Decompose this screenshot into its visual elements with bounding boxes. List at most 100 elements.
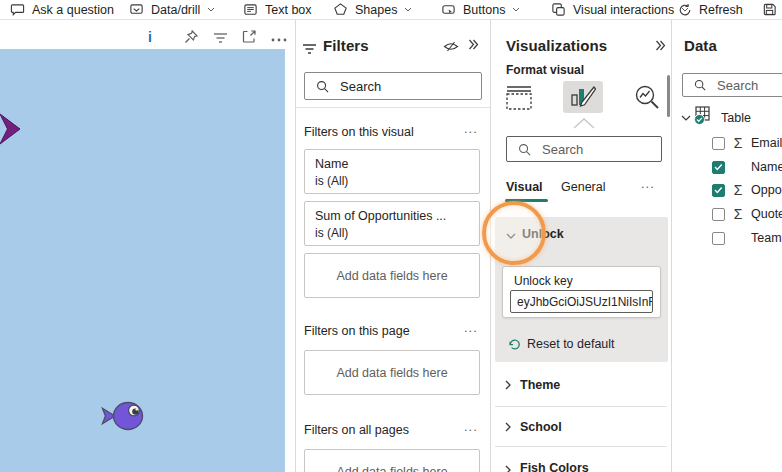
add-data-fields-dropzone[interactable]: Add data fields here [304, 253, 480, 298]
toolbar-text-box[interactable]: Text box [243, 0, 312, 19]
viz-search-input[interactable]: Search [506, 136, 662, 162]
more-options-icon[interactable] [271, 31, 287, 49]
shapes-icon [333, 2, 348, 17]
field-label: Name [751, 160, 782, 174]
fish-visual[interactable] [0, 49, 285, 472]
more-options-icon[interactable]: ... [464, 419, 478, 434]
data-search-input[interactable]: Search [682, 73, 782, 97]
chevron-down-icon[interactable] [506, 233, 516, 239]
more-options-icon[interactable]: ... [464, 121, 478, 136]
field-row-team[interactable]: Σ Team [712, 226, 782, 250]
visual-interactions-icon [551, 2, 566, 17]
chat-icon [10, 2, 25, 17]
filter-card-opportunities[interactable]: Sum of Opportunities ... is (All) [304, 201, 480, 246]
field-row-quote[interactable]: Σ Quote [712, 202, 782, 226]
eye-icon[interactable] [443, 40, 459, 53]
field-row-emails[interactable]: Σ Emails [712, 131, 782, 155]
tab-general[interactable]: General [561, 180, 605, 194]
visualizations-panel: Visualizations Format visual Search Visu… [490, 20, 672, 472]
reset-label: Reset to default [527, 337, 615, 351]
checkbox-unchecked[interactable] [712, 232, 725, 245]
add-data-fields-dropzone[interactable]: Add data fields here [304, 350, 480, 395]
visual-info-icon[interactable]: i [148, 28, 152, 46]
data-panel: Data Search Table Σ Emails Σ Name Σ Oppo… [671, 20, 782, 472]
field-label: Emails [751, 136, 782, 150]
chevron-right-icon [505, 380, 511, 390]
visualizations-title: Visualizations [506, 37, 607, 54]
active-tab-underline [505, 199, 548, 202]
toolbar-ask-a-question[interactable]: Ask a question [10, 0, 114, 19]
checkbox-unchecked[interactable] [712, 137, 725, 150]
field-row-opportunities[interactable]: Σ Opportunities [712, 178, 782, 202]
toolbar-label: Ask a question [32, 3, 114, 17]
dropzone-label: Add data fields here [336, 465, 447, 472]
table-node[interactable]: Table [681, 111, 751, 125]
field-label: Quote [751, 207, 782, 221]
toolbar-refresh[interactable]: Refresh [678, 0, 743, 19]
toolbar-data-drill[interactable]: Data/drill [129, 0, 215, 19]
filter-condition: is (All) [315, 174, 479, 188]
filter-card-name[interactable]: Name is (All) [304, 149, 480, 194]
filter-icon[interactable] [213, 28, 228, 46]
toolbar-label: Buttons [463, 3, 505, 17]
sum-icon: Σ [731, 182, 745, 198]
section-school[interactable]: School [495, 407, 667, 447]
toolbar-shapes[interactable]: Shapes [333, 0, 412, 19]
toolbar-save[interactable] [762, 0, 777, 19]
section-label: Theme [520, 378, 560, 392]
chevron-down-icon [207, 7, 215, 12]
search-icon [316, 80, 329, 93]
toolbar-visual-interactions[interactable]: Visual interactions [551, 0, 689, 19]
format-visual-icon[interactable] [563, 81, 603, 113]
filter-icon [302, 43, 317, 56]
toolbar-label: Visual interactions [573, 3, 674, 17]
pin-icon[interactable] [183, 28, 199, 46]
refresh-icon [678, 3, 692, 17]
chevron-right-icon [505, 422, 511, 432]
scrollbar-thumb[interactable] [667, 75, 670, 117]
more-options-icon[interactable]: ... [641, 176, 655, 191]
report-canvas[interactable]: i [0, 20, 294, 472]
toolbar-label: Text box [265, 3, 312, 17]
checkbox-checked[interactable] [712, 184, 725, 197]
checkbox-checked[interactable] [712, 161, 725, 174]
search-icon [694, 79, 706, 91]
format-visual-label: Format visual [506, 63, 584, 77]
analytics-icon[interactable] [630, 82, 662, 113]
field-row-name[interactable]: Σ Name [712, 155, 782, 179]
unlock-key-value: eyJhbGciOiJSUzI1NiIsInR5cCI6IkpXVCJ9 [517, 295, 653, 309]
toolbar-label: Refresh [699, 3, 743, 17]
checkbox-unchecked[interactable] [712, 208, 725, 221]
focus-mode-icon[interactable] [241, 28, 257, 46]
filters-section-label: Filters on this page [304, 324, 410, 338]
reset-to-default-button[interactable]: Reset to default [508, 337, 615, 351]
collapse-icon[interactable] [655, 40, 666, 51]
data-title: Data [684, 37, 717, 54]
sum-icon: Σ [731, 135, 745, 151]
collapse-icon[interactable] [468, 39, 479, 50]
section-fish-colors[interactable]: Fish Colors [495, 447, 667, 472]
add-data-fields-dropzone[interactable]: Add data fields here [304, 449, 480, 472]
filter-field: Sum of Opportunities ... [315, 209, 479, 223]
table-label: Table [721, 111, 751, 125]
more-options-icon[interactable]: ... [464, 320, 478, 335]
buttons-icon [441, 2, 456, 17]
filters-title: Filters [323, 37, 369, 54]
unlock-section-label[interactable]: Unlock [522, 227, 564, 241]
section-label: School [520, 420, 562, 434]
dropzone-label: Add data fields here [336, 269, 447, 283]
filters-search-input[interactable]: Search [304, 72, 482, 100]
filter-condition: is (All) [315, 226, 479, 240]
filter-field: Name [315, 157, 479, 171]
build-visual-icon[interactable] [502, 82, 536, 113]
textbox-icon [243, 2, 258, 17]
section-theme[interactable]: Theme [495, 363, 667, 407]
unlock-key-input[interactable]: eyJhbGciOiJSUzI1NiIsInR5cCI6IkpXVCJ9 [510, 290, 653, 313]
toolbar-buttons[interactable]: Buttons [441, 0, 520, 19]
tab-visual[interactable]: Visual [506, 180, 543, 194]
fish-shape [99, 399, 145, 433]
reset-icon [508, 338, 521, 351]
search-icon [518, 143, 531, 156]
field-label: Opportunities [751, 183, 782, 197]
toolbar-label: Data/drill [151, 3, 200, 17]
